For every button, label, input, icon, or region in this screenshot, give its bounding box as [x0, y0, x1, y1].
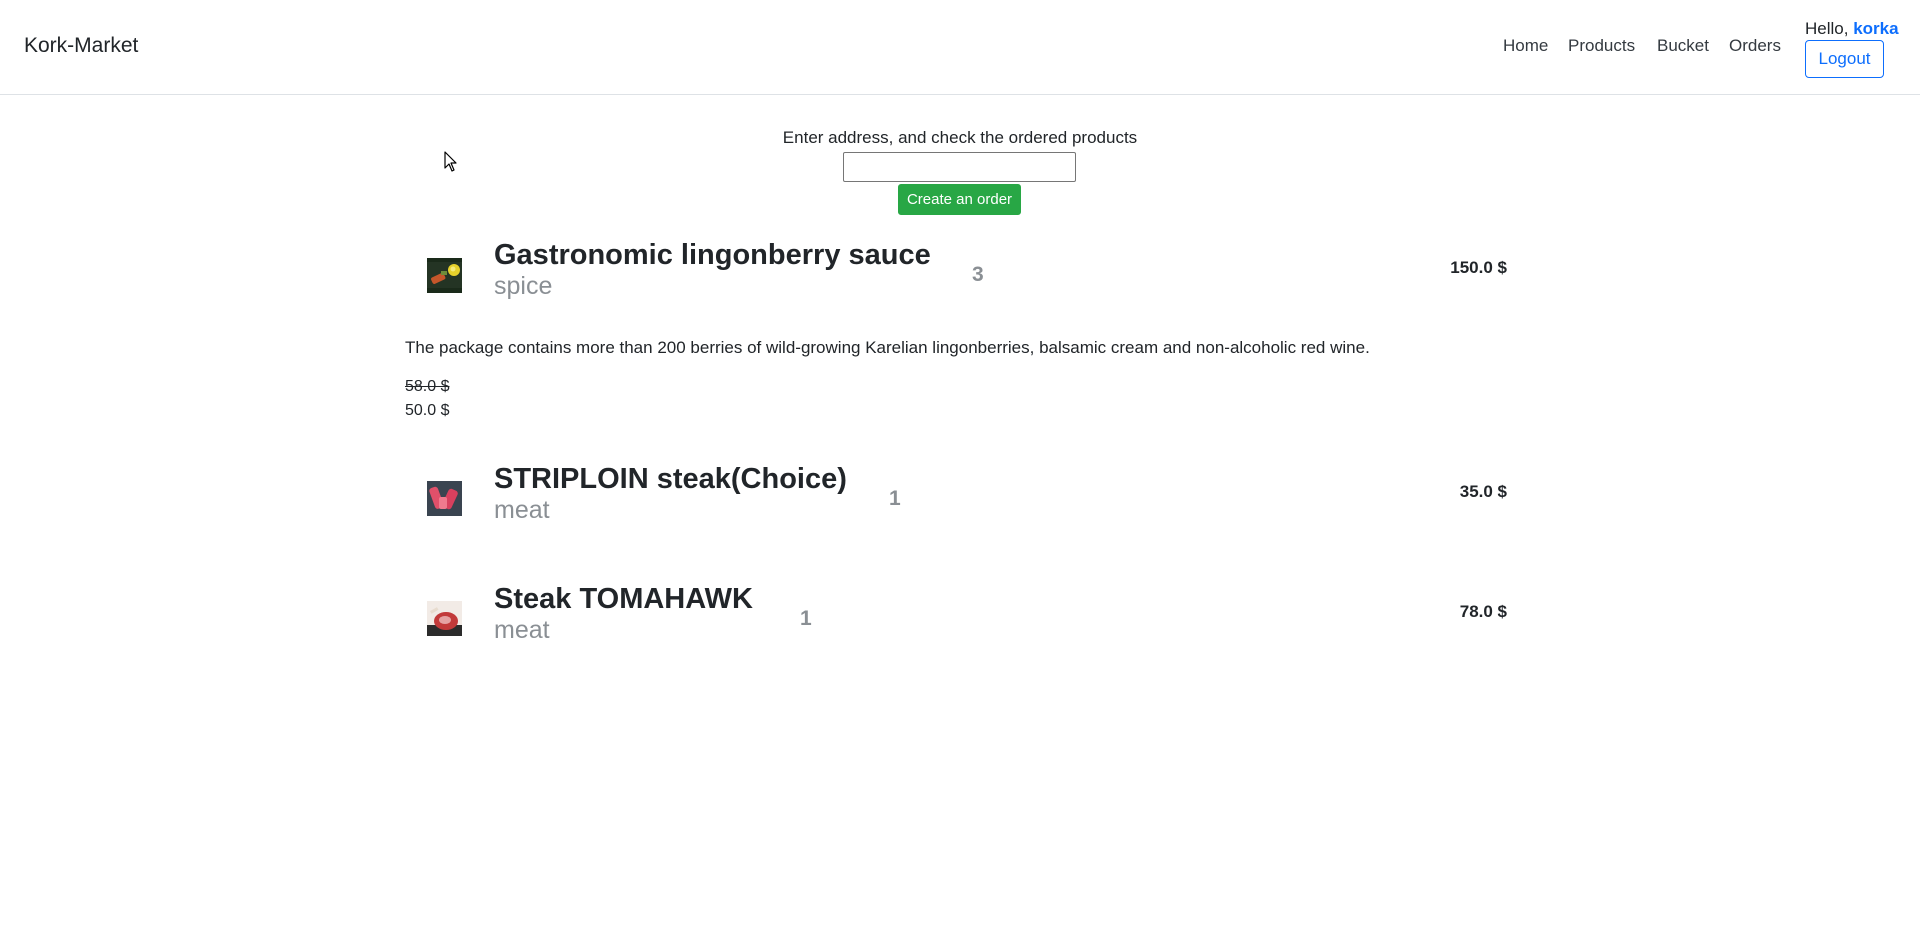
address-input[interactable] — [843, 152, 1076, 182]
user-greeting: Hello, korka — [1805, 19, 1899, 39]
item-category: spice — [494, 272, 553, 300]
item-title: Steak TOMAHAWK — [494, 583, 753, 615]
logout-button[interactable]: Logout — [1805, 40, 1884, 78]
item-price: 50.0 $ — [405, 402, 450, 419]
nav-bucket[interactable]: Bucket — [1657, 36, 1709, 56]
greeting-text: Hello, — [1805, 19, 1854, 38]
sauce-image — [427, 258, 462, 293]
username: korka — [1853, 19, 1899, 38]
item-title: STRIPLOIN steak(Choice) — [494, 463, 847, 495]
tomahawk-image — [427, 601, 462, 636]
item-category: meat — [494, 616, 550, 644]
item-total: 78.0 $ — [1459, 602, 1507, 621]
item-quantity: 1 — [889, 487, 901, 510]
item-category: meat — [494, 496, 550, 524]
item-total: 150.0 $ — [1450, 258, 1507, 277]
steak-image — [427, 481, 462, 516]
nav-products[interactable]: Products — [1568, 36, 1635, 56]
mouse-cursor-icon — [444, 151, 458, 173]
nav-orders[interactable]: Orders — [1729, 36, 1781, 56]
nav-home[interactable]: Home — [1503, 36, 1548, 56]
item-description: The package contains more than 200 berri… — [405, 338, 1370, 357]
item-quantity: 1 — [800, 607, 812, 630]
order-prompt: Enter address, and check the ordered pro… — [782, 128, 1138, 147]
create-order-button[interactable]: Create an order — [898, 184, 1021, 215]
top-navbar: Kork-Market Home Products Bucket Orders … — [0, 0, 1920, 95]
item-old-price: 58.0 $ — [405, 378, 450, 395]
item-title: Gastronomic lingonberry sauce — [494, 239, 931, 271]
item-total: 35.0 $ — [1459, 482, 1507, 501]
item-quantity: 3 — [972, 263, 984, 286]
brand-link[interactable]: Kork-Market — [24, 34, 138, 58]
